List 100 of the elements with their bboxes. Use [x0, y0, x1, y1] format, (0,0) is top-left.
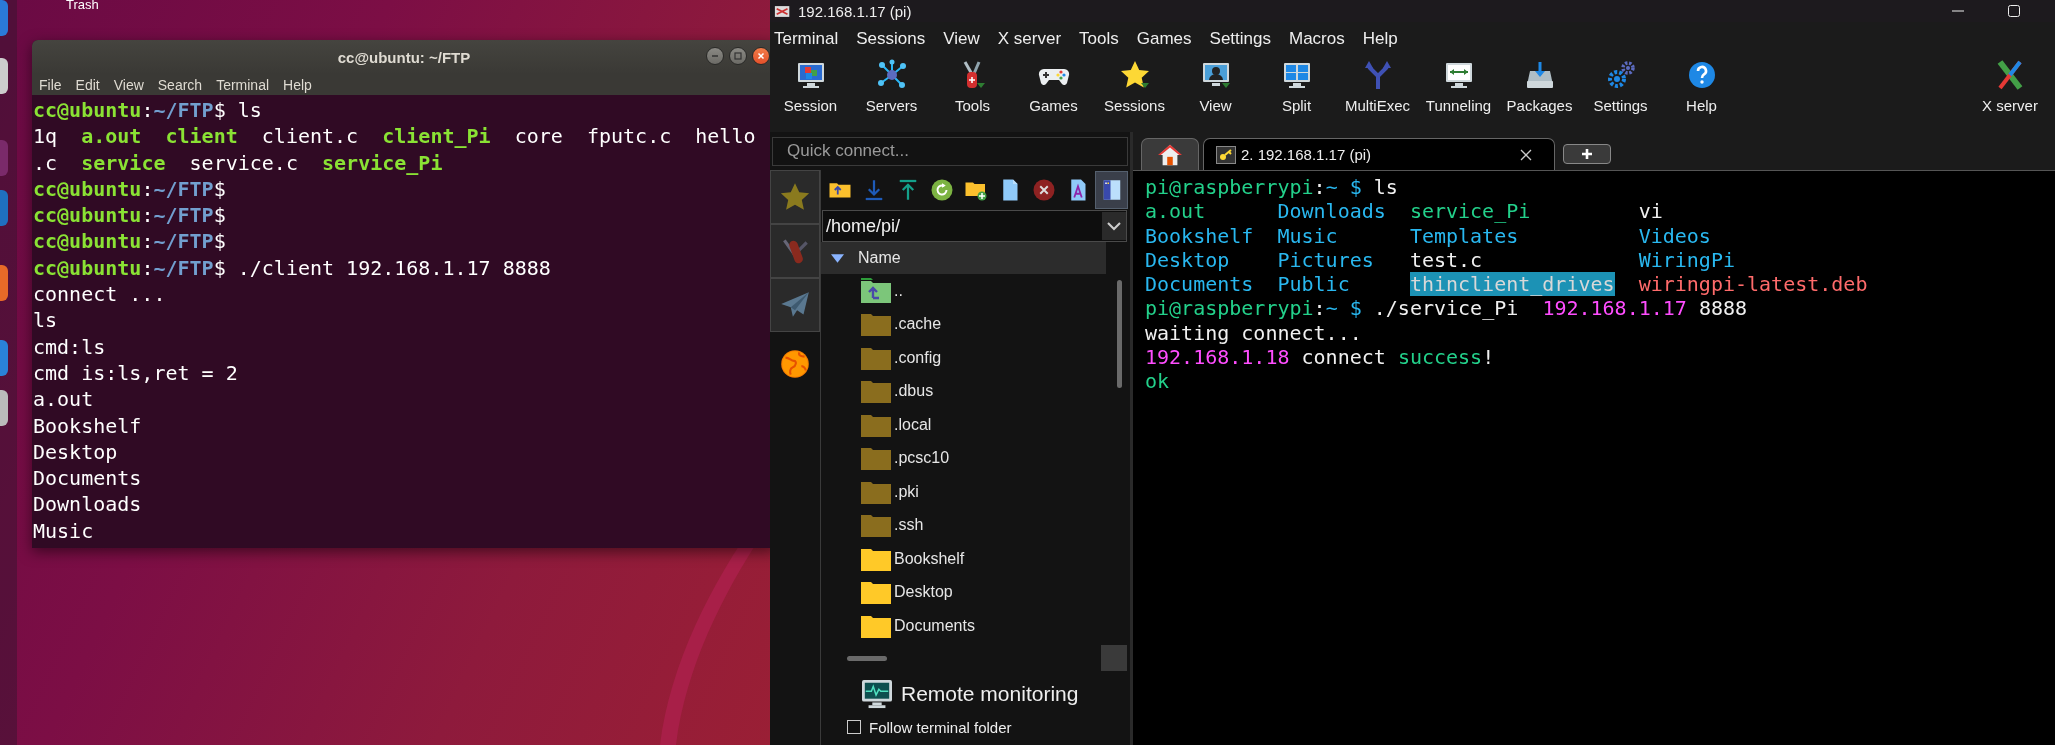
menu-item[interactable]: Tools: [1078, 28, 1129, 49]
file-row[interactable]: Documents: [821, 609, 975, 643]
menu-item[interactable]: Terminal: [215, 76, 271, 93]
menu-item[interactable]: Help: [1361, 28, 1408, 49]
menu-item[interactable]: View: [942, 28, 990, 49]
menu-item[interactable]: X server: [996, 28, 1072, 49]
toolbar-button[interactable]: Help: [1661, 57, 1742, 118]
menu-item[interactable]: File: [38, 76, 63, 93]
dock-icon[interactable]: [0, 58, 8, 94]
toolbar-button[interactable]: Packages: [1499, 57, 1580, 118]
file-name: vi: [1638, 199, 1663, 224]
file-row[interactable]: .pki: [821, 475, 919, 509]
terminal-line: ls: [33, 307, 58, 334]
menu-item[interactable]: View: [112, 76, 145, 93]
menu-item[interactable]: Edit: [74, 76, 101, 93]
terminal-line: Desktop: [33, 438, 118, 466]
file-row[interactable]: .dbus: [821, 374, 934, 408]
window-title: 192.168.1.17 (pi): [798, 2, 912, 20]
file-name: WiringPi: [1638, 247, 1735, 272]
close-button[interactable]: [752, 47, 770, 65]
file-row[interactable]: .config: [821, 341, 942, 375]
toolbar-button[interactable]: Split: [1256, 57, 1337, 118]
terminal-line: pi@raspberrypi:~ $ ls: [1145, 175, 1398, 200]
toolbar-button[interactable]: View: [1175, 57, 1256, 118]
window-title: cc@ubuntu: ~/FTP: [337, 48, 471, 66]
file-name: a.out: [1145, 199, 1206, 224]
toolbar-button[interactable]: Settings: [1580, 57, 1661, 118]
sort-icon: [831, 253, 844, 263]
dock-icon[interactable]: [0, 265, 8, 301]
scrollbar[interactable]: [847, 655, 887, 661]
maximize-icon: [733, 51, 743, 61]
menu-item[interactable]: Terminal: [773, 28, 849, 49]
file-name: test.c: [1409, 247, 1483, 272]
toolbar-button[interactable]: [1095, 171, 1128, 209]
menu-item[interactable]: Settings: [1208, 28, 1281, 49]
terminal-line: Music: [33, 517, 94, 545]
close-icon: [756, 51, 766, 61]
file-row[interactable]: Bookshelf: [821, 542, 965, 576]
scrollbar-corner: [1101, 645, 1127, 671]
remote-monitoring-button[interactable]: Remote monitoring: [821, 672, 1079, 716]
terminal-line: connect ...: [33, 281, 166, 308]
terminal-line: cmd is:ls,ret = 2: [33, 359, 238, 387]
menu-item[interactable]: Help: [282, 76, 313, 93]
toolbar-button[interactable]: MultiExec: [1337, 57, 1418, 118]
file-name: Music: [1277, 223, 1338, 248]
desktop-label[interactable]: Trash: [66, 0, 99, 12]
file-row[interactable]: Desktop: [821, 575, 953, 609]
globe-icon: [778, 347, 812, 381]
terminal-line: pi@raspberrypi:~ $ ./service_Pi 192.168.1.17 8888: [1145, 296, 1748, 321]
terminal-line: cc@ubuntu:~/FTP$: [33, 202, 226, 229]
file-row[interactable]: .ssh: [821, 508, 924, 542]
file-name: Documents: [1145, 272, 1254, 297]
toolbar-button[interactable]: Session: [770, 57, 851, 118]
menu-item[interactable]: Sessions: [855, 28, 936, 49]
file-name: Templates: [1409, 223, 1519, 248]
file-row[interactable]: .cache: [821, 307, 942, 341]
toolbar-button[interactable]: Tools: [932, 57, 1013, 118]
new-tab-button[interactable]: [1563, 144, 1611, 164]
menu-item[interactable]: Search: [156, 76, 204, 93]
toolbar-button[interactable]: Servers: [851, 57, 932, 118]
refresh-icon: [929, 178, 954, 202]
terminal-line: 1q a.out client client.c client_Pi core fputc.c hello: [33, 123, 756, 150]
file-row[interactable]: .local: [821, 408, 932, 442]
maximize-icon[interactable]: [2007, 4, 2021, 18]
minimize-button[interactable]: [706, 47, 724, 65]
scrollbar[interactable]: [1117, 280, 1122, 388]
file-name: wiringpi-latest.deb: [1638, 272, 1868, 297]
terminal-line: Downloads: [33, 491, 142, 518]
terminal-line: cc@ubuntu:~/FTP$: [33, 228, 226, 255]
path-field[interactable]: /home/pi/: [822, 210, 1127, 242]
monitor-icon: [861, 679, 893, 709]
file-name: Pictures: [1277, 247, 1374, 272]
terminal-line: cc@ubuntu:~/FTP$ ls: [33, 97, 262, 124]
key-icon: [1216, 145, 1236, 164]
toolbar-button[interactable]: Games: [1013, 57, 1094, 118]
toolbar-button[interactable]: X server: [1965, 57, 2055, 118]
session-tab[interactable]: 2. 192.168.1.17 (pi): [1203, 138, 1555, 170]
column-header[interactable]: Name: [821, 242, 1106, 274]
maximize-button[interactable]: [729, 47, 747, 65]
terminal-line: a.out: [33, 386, 94, 413]
dock-icon[interactable]: [0, 390, 8, 426]
close-icon[interactable]: [1520, 148, 1532, 161]
file-row[interactable]: .pcsc10: [821, 441, 950, 475]
terminal-line: ok: [1145, 369, 1170, 394]
file-name: Downloads: [1277, 199, 1386, 224]
toolbar-button[interactable]: Sessions: [1094, 57, 1175, 118]
menu-item[interactable]: Games: [1135, 28, 1202, 49]
terminal-line: Documents: [33, 465, 142, 492]
terminal-line: cc@ubuntu:~/FTP$ ./client 192.168.1.17 8888: [33, 254, 551, 282]
follow-folder-checkbox[interactable]: Follow terminal folder: [821, 716, 1012, 738]
terminal-line: cc@ubuntu:~/FTP$: [33, 175, 226, 203]
file-name: service_Pi: [1409, 199, 1531, 224]
plus-icon: [1581, 148, 1593, 160]
home-tab[interactable]: [1141, 138, 1199, 170]
quick-connect-field[interactable]: Quick connect...: [772, 136, 1128, 166]
file-row[interactable]: ..: [821, 274, 903, 308]
parent-folder-icon: [859, 276, 893, 305]
toolbar-button[interactable]: Tunneling: [1418, 57, 1499, 118]
house-icon: [1157, 142, 1183, 167]
menu-item[interactable]: Macros: [1288, 28, 1355, 49]
